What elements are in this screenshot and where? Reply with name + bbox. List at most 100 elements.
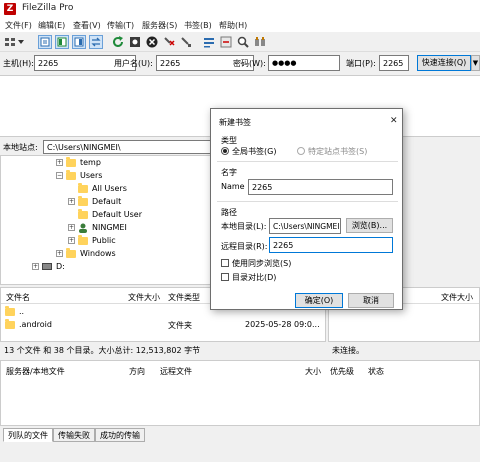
toolbar	[0, 32, 480, 52]
toggle-sync-browsing-icon[interactable]	[219, 35, 233, 49]
port-input[interactable]: 2265	[379, 55, 409, 71]
sync-browsing-checkbox[interactable]	[221, 259, 229, 267]
column-filetype[interactable]: 文件类型	[168, 292, 200, 303]
folder-icon	[5, 305, 15, 316]
tab-successful-transfers[interactable]: 成功的传输	[95, 428, 145, 442]
menu-bookmarks[interactable]: 书签(B)	[184, 20, 212, 31]
tree-item-label: Default	[92, 197, 122, 206]
password-input[interactable]: ●●●●	[268, 55, 340, 71]
tree-item-label: Windows	[80, 249, 116, 258]
toggle-remote-tree-icon[interactable]	[72, 35, 86, 49]
menu-bar: 文件(F) 编辑(E) 查看(V) 传输(T) 服务器(S) 书签(B) 帮助(…	[0, 18, 480, 32]
toggle-local-tree-icon[interactable]	[55, 35, 69, 49]
tab-queued-files[interactable]: 列队的文件	[3, 428, 53, 442]
expand-icon[interactable]: +	[68, 237, 75, 244]
compare-icon[interactable]	[253, 35, 267, 49]
password-label: 密码(W):	[233, 59, 266, 68]
process-queue-icon[interactable]	[128, 35, 142, 49]
site-manager-dropdown-icon[interactable]	[17, 35, 25, 49]
remote-status-bar: 未连接。	[332, 346, 364, 355]
window-title: FileZilla Pro	[22, 3, 74, 13]
new-bookmark-dialog: 新建书签 ✕ 类型 全局书签(G) 特定站点书签(S) 名字 Name 2265…	[210, 108, 403, 310]
column-filesize[interactable]: 文件大小	[128, 292, 160, 303]
menu-help[interactable]: 帮助(H)	[219, 20, 247, 31]
folder-icon	[66, 169, 76, 180]
type-section-label: 类型	[221, 136, 237, 145]
cancel-icon[interactable]	[145, 35, 159, 49]
file-name: .android	[19, 320, 52, 329]
menu-server[interactable]: 服务器(S)	[142, 20, 177, 31]
queue-col-status[interactable]: 状态	[368, 366, 384, 377]
bookmark-name-input[interactable]: 2265	[248, 179, 393, 195]
tree-item-ningmei[interactable]: + NINGMEI	[56, 221, 127, 234]
queue-col-direction[interactable]: 方向	[129, 366, 145, 377]
menu-file[interactable]: 文件(F)	[5, 20, 32, 31]
expand-icon[interactable]: +	[56, 159, 63, 166]
folder-icon	[78, 208, 88, 219]
tree-item-default[interactable]: + Default	[56, 195, 121, 208]
queue-tabs: 列队的文件 传输失败 成功的传输	[0, 428, 480, 442]
path-section-label: 路径	[221, 208, 237, 217]
tree-item-windows[interactable]: + Windows	[44, 247, 116, 260]
directory-filter-icon[interactable]	[202, 35, 216, 49]
expand-icon[interactable]: +	[56, 250, 63, 257]
menu-transfer[interactable]: 传输(T)	[107, 20, 134, 31]
global-bookmark-radio[interactable]	[221, 147, 229, 155]
toggle-queue-icon[interactable]	[89, 35, 103, 49]
search-icon[interactable]	[236, 35, 250, 49]
file-name: ..	[19, 307, 25, 316]
quickconnect-bar: 主机(H): 2265 用户名(U): 2265 密码(W): ●●●● 端口(…	[0, 52, 480, 74]
expand-icon[interactable]: +	[68, 198, 75, 205]
tree-item-public[interactable]: + Public	[56, 234, 116, 247]
collapse-icon[interactable]: −	[56, 172, 63, 179]
remote-dir-input[interactable]: 2265	[269, 237, 393, 253]
ok-button[interactable]: 确定(O)	[295, 293, 343, 308]
reconnect-icon[interactable]	[179, 35, 193, 49]
close-icon[interactable]: ✕	[390, 116, 398, 126]
toggle-log-icon[interactable]	[38, 35, 52, 49]
folder-icon	[78, 182, 88, 193]
local-status-bar: 13 个文件 和 38 个目录。大小总计: 12,513,802 字节	[0, 342, 326, 358]
file-row-android[interactable]: .android	[5, 318, 52, 329]
cancel-button[interactable]: 取消	[348, 293, 394, 308]
tree-item-users[interactable]: − Users	[56, 169, 102, 182]
folder-icon	[66, 156, 76, 167]
folder-icon	[5, 318, 15, 329]
transfer-queue[interactable]: 服务器/本地文件 方向 远程文件 大小 优先级 状态	[0, 360, 480, 426]
port-label: 端口(P):	[346, 59, 376, 68]
expand-icon[interactable]: +	[68, 224, 75, 231]
host-label: 主机(H):	[3, 59, 34, 68]
local-dir-input[interactable]: C:\Users\NINGMEI	[269, 218, 341, 234]
expand-icon[interactable]: +	[32, 263, 39, 270]
browse-button[interactable]: 浏览(B)...	[346, 218, 393, 233]
queue-col-remote[interactable]: 远程文件	[160, 366, 192, 377]
tree-item-label: Users	[80, 171, 103, 180]
tree-item-label: Default User	[92, 210, 143, 219]
local-path-input[interactable]: C:\Users\NINGMEI\	[43, 140, 232, 154]
user-label: 用户名(U):	[114, 59, 153, 68]
drive-icon	[42, 263, 52, 270]
site-manager-icon[interactable]	[3, 35, 17, 49]
tree-item-default-user[interactable]: Default User	[68, 208, 142, 221]
column-filename[interactable]: 文件名	[6, 292, 30, 303]
menu-edit[interactable]: 编辑(E)	[38, 20, 65, 31]
queue-col-size[interactable]: 大小	[305, 366, 321, 377]
quickconnect-dropdown-icon[interactable]: ▼	[471, 55, 480, 71]
site-bookmark-radio[interactable]	[297, 147, 305, 155]
remote-dir-label: 远程目录(R):	[221, 242, 268, 251]
local-dir-label: 本地目录(L):	[221, 222, 267, 231]
queue-col-server[interactable]: 服务器/本地文件	[6, 366, 65, 377]
tree-item-drive-d[interactable]: + D:	[32, 260, 65, 273]
queue-col-priority[interactable]: 优先级	[330, 366, 354, 377]
tree-item-temp[interactable]: + temp	[56, 156, 101, 169]
file-row-parent[interactable]: ..	[5, 305, 25, 316]
dir-compare-checkbox[interactable]	[221, 273, 229, 281]
column-filesize[interactable]: 文件大小	[441, 292, 473, 303]
refresh-icon[interactable]	[111, 35, 125, 49]
menu-view[interactable]: 查看(V)	[73, 20, 101, 31]
tab-failed-transfers[interactable]: 传输失败	[53, 428, 95, 442]
dir-compare-label: 目录对比(D)	[232, 273, 277, 282]
disconnect-icon[interactable]	[162, 35, 176, 49]
quickconnect-button[interactable]: 快速连接(Q)	[417, 55, 471, 71]
tree-item-all-users[interactable]: All Users	[68, 182, 127, 195]
